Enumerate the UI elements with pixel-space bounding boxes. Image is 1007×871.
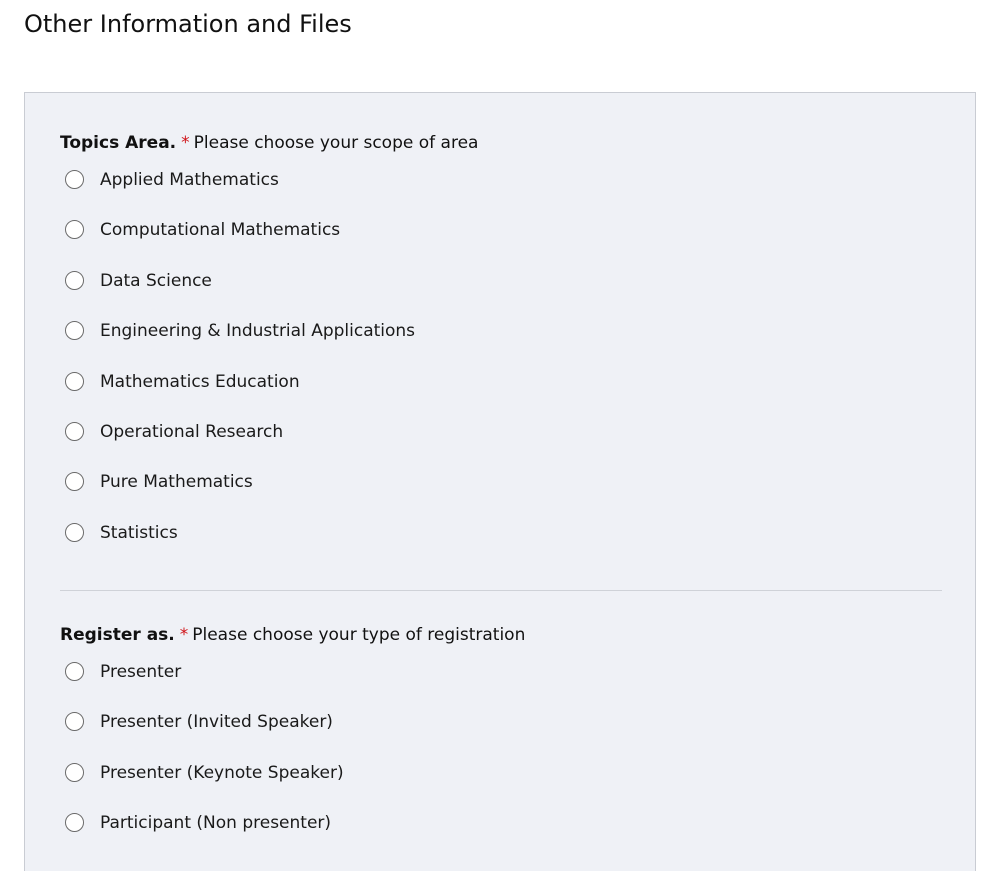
register-as-group: Register as. * Please choose your type of … xyxy=(60,623,942,863)
register-as-hint: Please choose your type of registration xyxy=(192,625,526,645)
section-title: Other Information and Files xyxy=(24,10,352,38)
topic-option-engineering-industrial-applications[interactable]: Engineering & Industrial Applications xyxy=(60,320,942,370)
topic-option-label: Mathematics Education xyxy=(100,371,300,392)
topics-area-options: Applied Mathematics Computational Mathem… xyxy=(60,169,942,572)
radio-button[interactable] xyxy=(65,220,84,240)
register-option-label: Participant (Non presenter) xyxy=(100,813,332,834)
topic-option-label: Pure Mathematics xyxy=(100,472,253,493)
topic-option-label: Computational Mathematics xyxy=(100,220,341,241)
topic-option-mathematics-education[interactable]: Mathematics Education xyxy=(60,371,942,421)
register-option-keynote-speaker[interactable]: Presenter (Keynote Speaker) xyxy=(60,762,942,812)
radio-button[interactable] xyxy=(65,813,84,833)
topics-area-label: Topics Area. xyxy=(60,133,177,153)
form-page: Other Information and Files Topics Area.… xyxy=(0,0,1007,871)
radio-button[interactable] xyxy=(65,421,84,441)
radio-button[interactable] xyxy=(65,472,84,492)
topic-option-label: Operational Research xyxy=(100,421,284,442)
register-option-invited-speaker[interactable]: Presenter (Invited Speaker) xyxy=(60,711,942,761)
radio-button[interactable] xyxy=(65,170,84,189)
radio-button[interactable] xyxy=(65,522,84,542)
topic-option-label: Data Science xyxy=(100,270,212,291)
section-divider xyxy=(60,590,942,591)
radio-button[interactable] xyxy=(65,270,84,290)
radio-button[interactable] xyxy=(65,321,84,341)
radio-button[interactable] xyxy=(65,371,84,391)
topic-option-operational-research[interactable]: Operational Research xyxy=(60,421,942,471)
topic-option-label: Applied Mathematics xyxy=(100,170,279,190)
register-option-participant[interactable]: Participant (Non presenter) xyxy=(60,812,942,862)
topic-option-label: Engineering & Industrial Applications xyxy=(100,321,416,342)
topic-option-pure-mathematics[interactable]: Pure Mathematics xyxy=(60,471,942,521)
topics-area-hint: Please choose your scope of area xyxy=(193,133,479,153)
register-option-label: Presenter xyxy=(100,662,182,682)
topics-area-group: Topics Area. * Please choose your scope of… xyxy=(60,131,942,572)
required-marker: * xyxy=(181,133,190,153)
topic-option-data-science[interactable]: Data Science xyxy=(60,270,942,320)
topic-option-computational-mathematics[interactable]: Computational Mathematics xyxy=(60,219,942,269)
topic-option-label: Statistics xyxy=(100,522,178,543)
register-as-label: Register as. xyxy=(60,625,175,645)
register-as-options: Presenter Presenter (Invited Speaker) Pr… xyxy=(60,661,942,863)
radio-button[interactable] xyxy=(65,662,84,681)
topic-option-statistics[interactable]: Statistics xyxy=(60,522,942,572)
topic-option-applied-mathematics[interactable]: Applied Mathematics xyxy=(60,169,942,219)
topics-area-question: Topics Area. * Please choose your scope of… xyxy=(60,131,942,155)
form-panel: Topics Area. * Please choose your scope of… xyxy=(24,92,976,871)
register-option-label: Presenter (Invited Speaker) xyxy=(100,712,333,733)
radio-button[interactable] xyxy=(65,712,84,732)
radio-button[interactable] xyxy=(65,762,84,782)
register-as-question: Register as. * Please choose your type of … xyxy=(60,623,942,647)
required-marker: * xyxy=(179,625,189,645)
register-option-presenter[interactable]: Presenter xyxy=(60,661,942,711)
register-option-label: Presenter (Keynote Speaker) xyxy=(100,762,344,783)
